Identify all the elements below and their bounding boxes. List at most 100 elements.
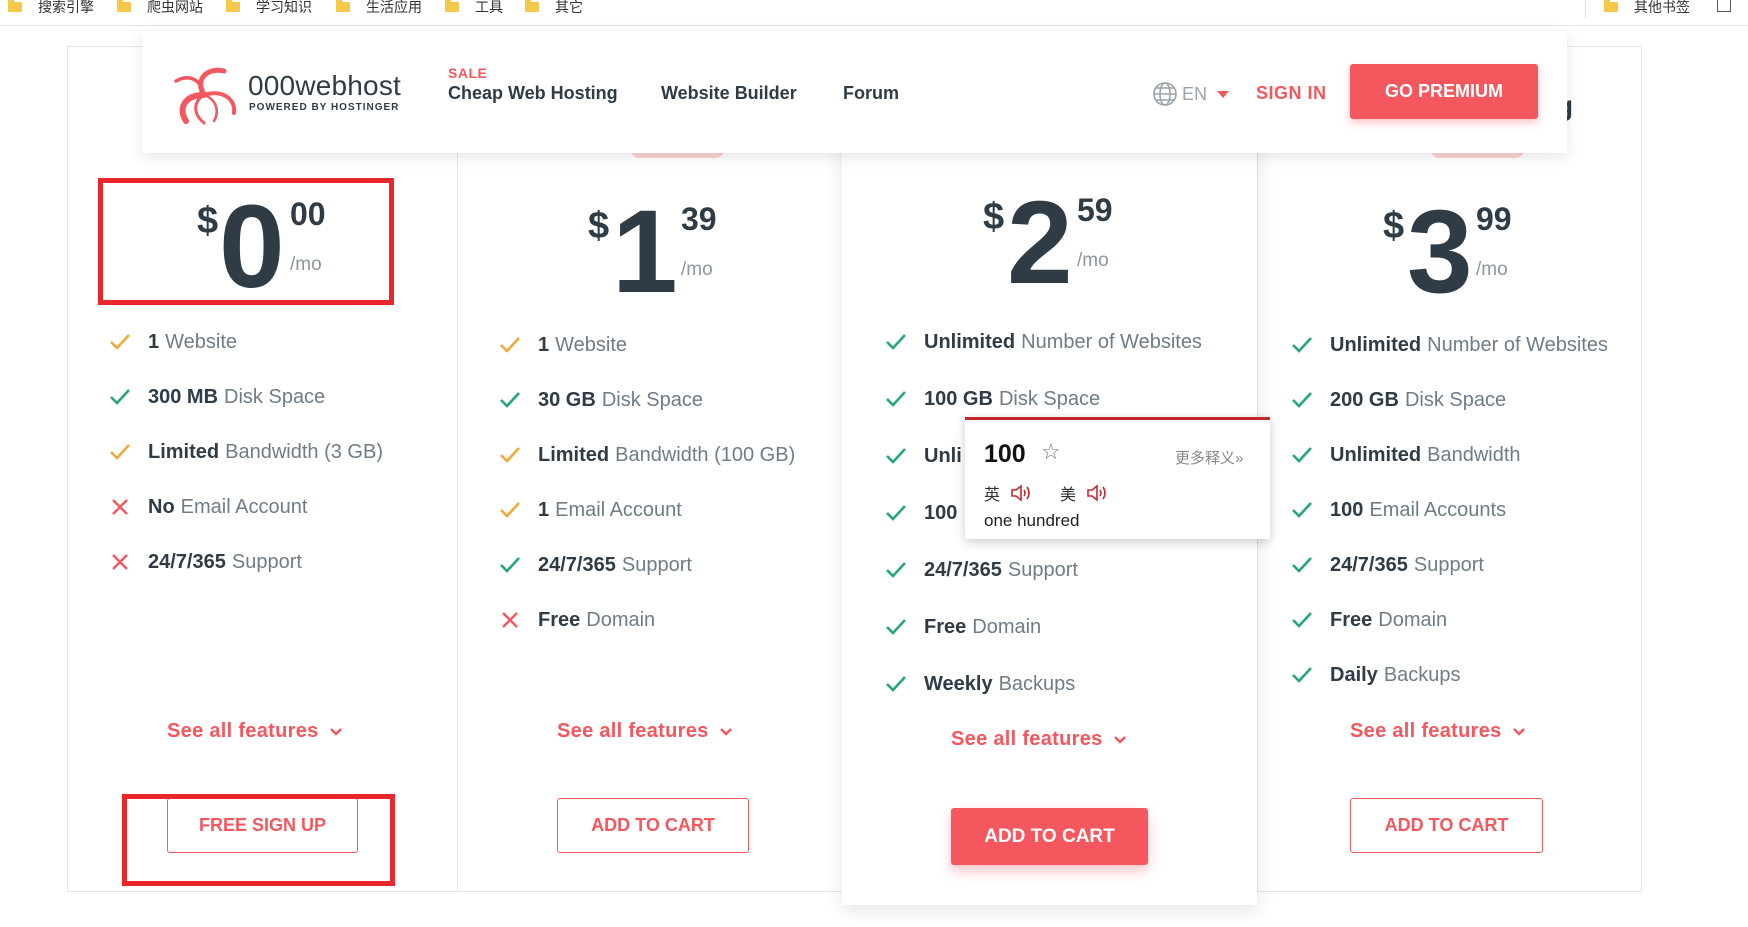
see-all-features-link[interactable]: See all features: [951, 728, 1127, 751]
feature-highlight: Weekly: [924, 672, 993, 695]
check-icon: [498, 553, 522, 577]
warning-check-icon: [498, 333, 522, 357]
feature-highlight: No: [148, 495, 175, 518]
see-all-features-link[interactable]: See all features: [1350, 720, 1526, 743]
star-icon[interactable]: ☆: [1041, 439, 1061, 465]
folder-icon: [1604, 0, 1618, 12]
other-bookmarks-label: 其他书签: [1634, 0, 1690, 15]
nav-forum[interactable]: Forum: [843, 83, 899, 104]
language-label: EN: [1182, 83, 1208, 104]
sign-in-link[interactable]: SIGN IN: [1256, 83, 1327, 104]
see-all-label: See all features: [951, 728, 1103, 750]
feature-item: 30 GB Disk Space: [498, 388, 703, 412]
feature-item: Free Domain: [1290, 608, 1447, 632]
add-to-cart-button[interactable]: ADD TO CART: [951, 808, 1148, 865]
other-bookmarks[interactable]: 其他书签: [1604, 0, 1690, 16]
bookmark-folder[interactable]: 其它: [525, 0, 583, 16]
feature-highlight: 30 GB: [538, 388, 596, 411]
check-icon: [1290, 388, 1314, 412]
plan-price: $ 1 39 /mo: [588, 193, 768, 311]
chevron-down-icon: [1113, 735, 1126, 744]
pronunciation-us[interactable]: 美: [1060, 481, 1108, 505]
feature-item: 100: [884, 501, 963, 525]
price-dollars: 1: [612, 186, 678, 318]
pronunciation-label: 美: [1060, 487, 1077, 504]
feature-highlight: Daily: [1330, 663, 1378, 686]
see-all-features-link[interactable]: See all features: [557, 720, 733, 743]
check-icon: [498, 388, 522, 412]
feature-text: Bandwidth: [1427, 443, 1521, 466]
bookmark-folder[interactable]: 生活应用: [336, 0, 422, 16]
feature-highlight: Unli: [924, 444, 962, 467]
feature-text: Email Account: [180, 495, 308, 518]
price-period: /mo: [1476, 259, 1508, 280]
folder-icon: [525, 0, 539, 12]
bookmark-folder[interactable]: 搜索引擎: [8, 0, 94, 16]
feature-text: Support: [621, 553, 692, 576]
feature-item: Weekly Backups: [884, 672, 1075, 696]
feature-item: 200 GB Disk Space: [1290, 388, 1506, 412]
feature-highlight: 100: [1330, 498, 1364, 521]
bookmark-label: 生活应用: [366, 0, 422, 15]
feature-item: 1 Email Account: [498, 498, 682, 522]
see-all-label: See all features: [557, 720, 709, 742]
more-definitions-link[interactable]: 更多释义»: [1175, 447, 1243, 468]
feature-text: Email Accounts: [1369, 498, 1507, 521]
chevron-down-icon: [719, 727, 732, 736]
check-icon: [1290, 553, 1314, 577]
feature-highlight: 1: [148, 330, 160, 353]
feature-highlight: Free: [538, 608, 581, 631]
speaker-icon[interactable]: [1010, 484, 1032, 502]
feature-text: Website: [555, 333, 628, 356]
check-icon: [1290, 608, 1314, 632]
logo-icon[interactable]: [164, 59, 242, 129]
check-icon: [884, 387, 908, 411]
bookmark-folder[interactable]: 学习知识: [226, 0, 312, 16]
globe-icon: [1153, 82, 1177, 106]
feature-item: Unlimited Number of Websites: [1290, 333, 1608, 357]
bookmarks-bar: 搜索引擎 爬虫网站 学习知识 生活应用 工具 其它 其他书签: [0, 0, 1748, 26]
speaker-icon[interactable]: [1086, 484, 1108, 502]
folder-icon: [117, 0, 131, 12]
pronunciation-uk[interactable]: 英: [984, 481, 1032, 505]
feature-item: Free Domain: [498, 608, 655, 632]
price-period: /mo: [681, 259, 713, 280]
check-icon: [884, 444, 908, 468]
feature-text: Domain: [1378, 608, 1448, 631]
nav-website-builder[interactable]: Website Builder: [661, 83, 797, 104]
feature-text: Disk Space: [601, 388, 703, 411]
bookmark-separator: [1585, 0, 1586, 18]
add-to-cart-button[interactable]: ADD TO CART: [557, 798, 749, 853]
warning-check-icon: [498, 443, 522, 467]
feature-highlight: 24/7/365: [1330, 553, 1408, 576]
language-selector[interactable]: EN: [1152, 81, 1230, 107]
bookmark-folder[interactable]: 工具: [445, 0, 503, 16]
feature-text: Support: [1007, 558, 1078, 581]
bookmark-label: 其它: [555, 0, 583, 15]
bookmark-label: 学习知识: [256, 0, 312, 15]
bookmark-folder[interactable]: 爬虫网站: [117, 0, 203, 16]
currency-symbol: $: [588, 205, 610, 247]
logo-text[interactable]: 000webhost: [248, 70, 401, 102]
feature-text: Bandwidth (100 GB): [615, 443, 796, 466]
go-premium-button[interactable]: GO PREMIUM: [1350, 64, 1538, 119]
feature-item: 24/7/365 Support: [1290, 553, 1484, 577]
add-to-cart-button[interactable]: ADD TO CART: [1350, 798, 1543, 853]
plan-price: $ 3 99 /mo: [1383, 193, 1563, 311]
feature-item: 24/7/365 Support: [884, 558, 1078, 582]
cross-icon: [108, 495, 132, 519]
feature-text: Number of Websites: [1021, 330, 1202, 353]
feature-highlight: 24/7/365: [148, 550, 226, 573]
plan-price: $ 0 00 /mo: [197, 188, 377, 306]
nav-cheap-web-hosting[interactable]: Cheap Web Hosting: [448, 83, 618, 104]
free-sign-up-button[interactable]: FREE SIGN UP: [167, 798, 358, 853]
warning-check-icon: [498, 498, 522, 522]
warning-check-icon: [108, 330, 132, 354]
feature-text: Disk Space: [224, 385, 326, 408]
see-all-features-link[interactable]: See all features: [167, 720, 343, 743]
feature-highlight: 200 GB: [1330, 388, 1399, 411]
feature-item: Limited Bandwidth (100 GB): [498, 443, 795, 467]
price-cents: 39: [681, 201, 717, 237]
reading-list-icon[interactable]: [1717, 0, 1731, 12]
feature-text: Backups: [998, 672, 1076, 695]
